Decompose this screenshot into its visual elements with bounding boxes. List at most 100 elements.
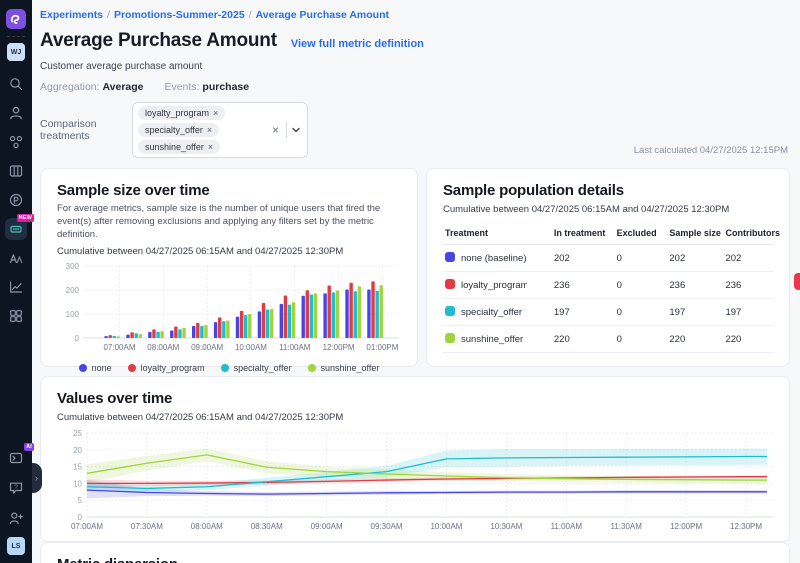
statsig-logo-icon[interactable] xyxy=(6,9,26,29)
table-cell: 197 xyxy=(723,299,773,326)
svg-text:08:00AM: 08:00AM xyxy=(191,522,223,531)
svg-text:12:30PM: 12:30PM xyxy=(730,522,762,531)
svg-text:07:00AM: 07:00AM xyxy=(103,343,135,352)
experiments-icon[interactable]: NEW xyxy=(5,218,27,240)
new-badge: NEW xyxy=(17,214,34,222)
treatment-chip-label: sunshine_offer xyxy=(145,142,204,152)
svg-text:09:00AM: 09:00AM xyxy=(311,522,343,531)
view-metric-definition-link[interactable]: View full metric definition xyxy=(291,38,424,50)
treatment-chip[interactable]: loyalty_program× xyxy=(138,106,225,120)
table-cell: 197 xyxy=(552,299,615,326)
segments-icon[interactable] xyxy=(5,131,27,153)
values-title: Values over time xyxy=(57,390,773,407)
sample-size-title: Sample size over time xyxy=(57,182,401,199)
table-cell: 0 xyxy=(615,326,668,353)
table-row: specialty_offer1970197197 xyxy=(443,299,773,326)
svg-text:20: 20 xyxy=(73,446,82,455)
metric-subtitle: Customer average purchase amount xyxy=(40,61,790,72)
svg-text:0: 0 xyxy=(78,513,83,522)
sidebar-divider xyxy=(7,36,25,37)
feeds-icon[interactable] xyxy=(5,160,27,182)
chevron-down-icon[interactable] xyxy=(290,124,302,136)
aggregation-row: Aggregation: Average Events: purchase xyxy=(40,81,790,93)
svg-text:12:00PM: 12:00PM xyxy=(323,343,355,352)
dashboards-icon[interactable] xyxy=(5,305,27,327)
breadcrumb-separator: / xyxy=(107,9,110,21)
svg-text:12:00PM: 12:00PM xyxy=(670,522,702,531)
last-calculated: Last calculated 04/27/2025 12:15PM xyxy=(634,145,788,156)
population-table: TreatmentIn treatmentExcludedSample size… xyxy=(443,223,773,353)
svg-text:0: 0 xyxy=(75,334,80,343)
svg-text:07:00AM: 07:00AM xyxy=(71,522,103,531)
svg-text:25: 25 xyxy=(73,429,82,438)
sample-size-bar-chart: 010020030007:00AM08:00AM09:00AM10:00AM11… xyxy=(57,260,401,361)
table-header: Contributors xyxy=(723,223,773,245)
breadcrumb-item[interactable]: Promotions-Summer-2025 xyxy=(114,9,245,21)
chip-remove-icon[interactable]: × xyxy=(207,125,212,135)
treatment-cell: none (baseline) xyxy=(443,245,552,272)
search-icon[interactable] xyxy=(5,73,27,95)
breadcrumb-item[interactable]: Experiments xyxy=(40,9,103,21)
svg-text:11:30AM: 11:30AM xyxy=(610,522,642,531)
pulse-icon[interactable] xyxy=(5,189,27,211)
table-cell: 197 xyxy=(667,299,723,326)
table-cell: 220 xyxy=(723,326,773,353)
metrics-icon[interactable] xyxy=(5,276,27,298)
treatment-color-swatch xyxy=(445,306,455,316)
table-row: none (baseline)2020202202 xyxy=(443,245,773,272)
table-cell: 0 xyxy=(615,299,668,326)
comparison-label: Comparison treatments xyxy=(40,118,132,142)
sample-size-cumulative: Cumulative between 04/27/2025 06:15AM an… xyxy=(57,246,401,257)
legend-dot xyxy=(308,364,316,372)
workspace-avatar[interactable]: WJ xyxy=(7,43,25,61)
table-row: sunshine_offer2200220220 xyxy=(443,326,773,353)
svg-text:08:00AM: 08:00AM xyxy=(147,343,179,352)
invite-user-icon[interactable] xyxy=(5,507,27,529)
user-icon[interactable] xyxy=(5,102,27,124)
svg-text:10:30AM: 10:30AM xyxy=(490,522,522,531)
svg-text:07:30AM: 07:30AM xyxy=(131,522,163,531)
table-cell: 202 xyxy=(723,245,773,272)
svg-text:11:00AM: 11:00AM xyxy=(551,522,583,531)
svg-text:11:00AM: 11:00AM xyxy=(279,343,311,352)
table-row: loyalty_program2360236236 xyxy=(443,272,773,299)
legend-label: sunshine_offer xyxy=(321,363,380,373)
main-content: Experiments/Promotions-Summer-2025/Avera… xyxy=(32,0,800,563)
table-cell: 236 xyxy=(723,272,773,299)
svg-text:08:30AM: 08:30AM xyxy=(251,522,283,531)
treatment-chip[interactable]: specialty_offer× xyxy=(138,123,219,137)
ai-console-icon[interactable]: AI xyxy=(5,447,27,469)
sidebar-expand-handle[interactable]: › xyxy=(31,463,42,493)
select-divider xyxy=(286,122,287,138)
chart-legend: noneloyalty_programspecialty_offersunshi… xyxy=(57,363,401,373)
table-cell: 220 xyxy=(552,326,615,353)
help-chat-icon[interactable]: ? xyxy=(5,477,27,499)
page-title: Average Purchase Amount xyxy=(40,30,277,52)
autotune-icon[interactable] xyxy=(5,247,27,269)
values-over-time-card: Values over time Cumulative between 04/2… xyxy=(40,376,790,542)
svg-text:15: 15 xyxy=(73,463,82,472)
chip-remove-icon[interactable]: × xyxy=(208,142,213,152)
events-value: purchase xyxy=(202,81,249,93)
clear-all-icon[interactable]: × xyxy=(268,123,283,137)
treatment-cell: loyalty_program xyxy=(443,272,552,299)
treatment-chip[interactable]: sunshine_offer × xyxy=(138,140,220,154)
table-header: In treatment xyxy=(552,223,615,245)
values-cumulative: Cumulative between 04/27/2025 06:15AM an… xyxy=(57,412,773,423)
chip-remove-icon[interactable]: × xyxy=(213,108,218,118)
svg-text:5: 5 xyxy=(78,496,83,505)
treatments-select[interactable]: loyalty_program× specialty_offer× sunshine… xyxy=(132,102,308,158)
feedback-tab[interactable] xyxy=(794,273,800,290)
dispersion-title: Metric dispersion xyxy=(57,556,773,563)
treatment-name: loyalty_program xyxy=(461,280,527,291)
svg-text:10: 10 xyxy=(73,479,82,488)
treatment-name: specialty_offer xyxy=(461,307,522,318)
svg-text:09:30AM: 09:30AM xyxy=(371,522,403,531)
treatment-cell: specialty_offer xyxy=(443,299,552,326)
treatment-cell: sunshine_offer xyxy=(443,326,552,353)
app-window: WJ NEW xyxy=(0,0,800,563)
user-avatar[interactable]: LS xyxy=(7,537,25,555)
table-header: Sample size xyxy=(667,223,723,245)
legend-dot xyxy=(128,364,136,372)
breadcrumb-item[interactable]: Average Purchase Amount xyxy=(256,9,389,21)
